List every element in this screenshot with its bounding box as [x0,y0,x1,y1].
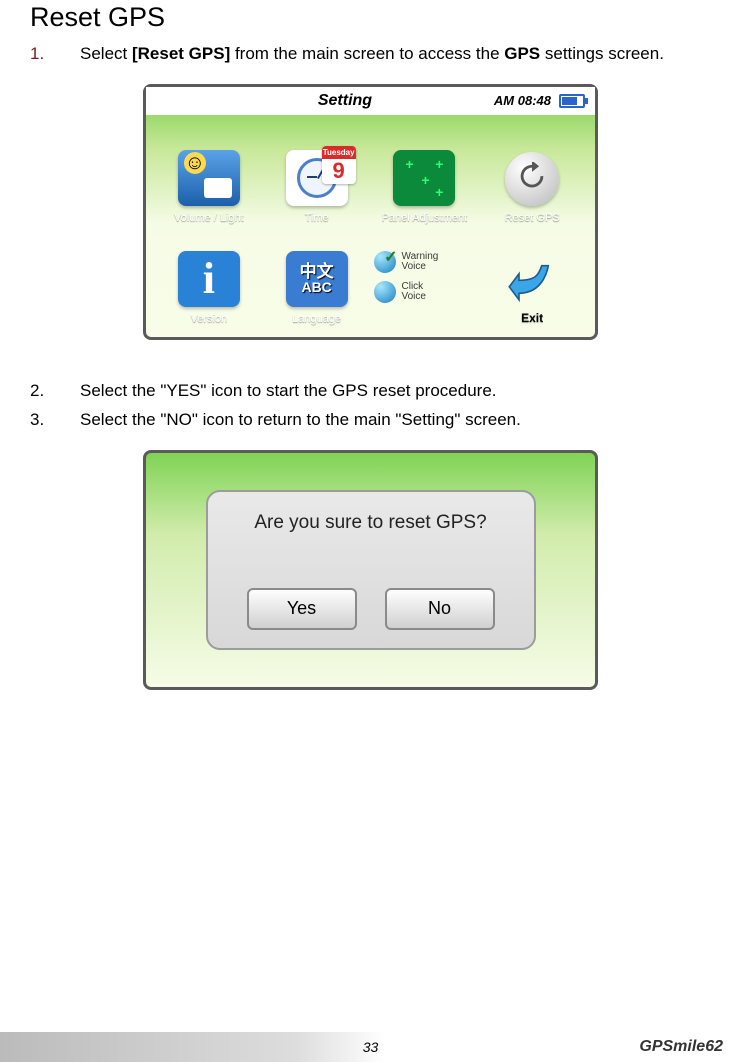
screen-title: Setting [196,92,494,110]
language-button[interactable]: 中文 ABC Language [266,230,368,325]
confirm-dialog: Are you sure to reset GPS? Yes No [206,490,536,650]
version-button[interactable]: i Version [158,230,260,325]
clock-label: AM 08:48 [494,93,551,108]
step-2-number: 2. [30,380,80,403]
version-icon: i [178,251,240,307]
voice-options: WarningVoice ClickVoice [374,230,476,325]
version-label: Version [191,313,228,325]
volume-light-label: Volume / Light [174,212,244,224]
language-icon: 中文 ABC [286,251,348,307]
radio-icon [374,281,396,303]
click-voice-label: ClickVoice [402,282,426,303]
calendar-icon: Tuesday 9 [322,146,356,184]
no-button[interactable]: No [385,588,495,630]
step-1-number: 1. [30,43,80,66]
page-footer: 33 GPSmile62 [0,1032,741,1062]
reset-gps-icon [505,152,559,206]
volume-light-button[interactable]: Volume / Light [158,129,260,224]
page-title: Reset GPS [30,2,711,33]
battery-icon [559,94,585,108]
language-label: Language [292,313,341,325]
footer-model: GPSmile62 [639,1038,723,1056]
panel-adjustment-icon: ++ ++ [393,150,455,206]
reset-gps-button[interactable]: Reset GPS [481,129,583,224]
time-label: Time [305,212,329,224]
panel-adjustment-label: Panel Adjustment [382,212,468,224]
confirm-screen: Are you sure to reset GPS? Yes No [143,450,598,690]
panel-adjustment-button[interactable]: ++ ++ Panel Adjustment [374,129,476,224]
warning-voice-label: WarningVoice [402,252,439,273]
confirm-question: Are you sure to reset GPS? [254,512,486,534]
step-2-text: Select the "YES" icon to start the GPS r… [80,380,711,403]
step-3-text: Select the "NO" icon to return to the ma… [80,409,711,432]
warning-voice-toggle[interactable]: WarningVoice [374,251,476,273]
yes-button[interactable]: Yes [247,588,357,630]
step-1-text: Select [Reset GPS] from the main screen … [80,43,711,66]
volume-light-icon [178,150,240,206]
page-number: 33 [363,1039,379,1055]
back-arrow-icon [504,249,560,305]
step-2: 2. Select the "YES" icon to start the GP… [30,380,711,403]
settings-screen: Setting AM 08:48 Volume / Light Tuesday … [143,84,598,340]
exit-button[interactable]: Exit [481,230,583,325]
exit-label: Exit [521,311,543,325]
step-1: 1. Select [Reset GPS] from the main scre… [30,43,711,66]
reset-gps-label: Reset GPS [505,212,560,224]
checkmark-icon [374,251,396,273]
step-3-number: 3. [30,409,80,432]
time-button[interactable]: Tuesday 9 Time [266,129,368,224]
click-voice-toggle[interactable]: ClickVoice [374,281,476,303]
step-3: 3. Select the "NO" icon to return to the… [30,409,711,432]
status-bar: Setting AM 08:48 [146,87,595,115]
time-icon: Tuesday 9 [286,150,348,206]
